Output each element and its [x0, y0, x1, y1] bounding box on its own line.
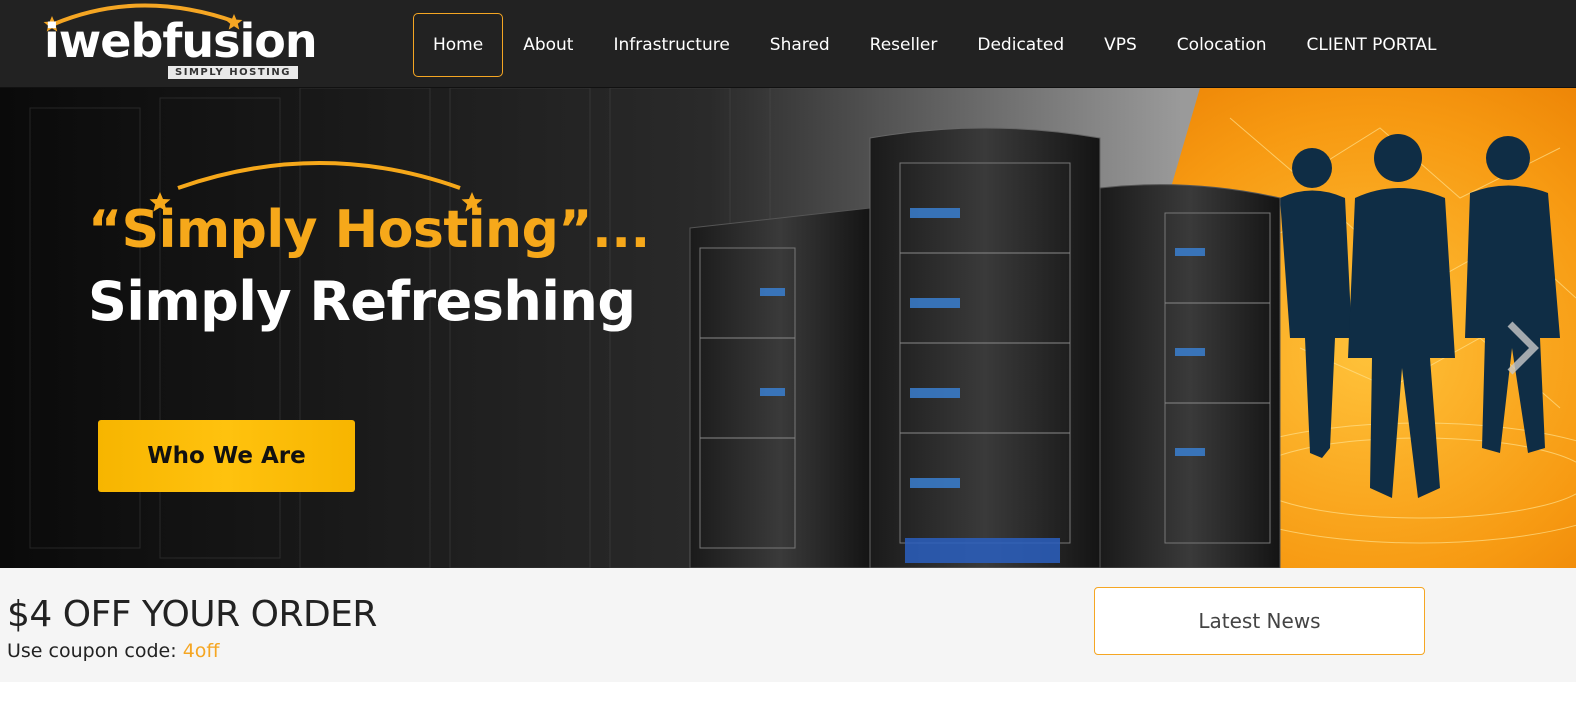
hero-slider: “Simply Hosting”... Simply Refreshing Wh…: [0, 88, 1576, 568]
who-we-are-button[interactable]: Who We Are: [98, 420, 355, 492]
main-nav: Home About Infrastructure Shared Reselle…: [413, 13, 1457, 77]
nav-home[interactable]: Home: [413, 13, 504, 77]
promo-coupon-text: Use coupon code: 4off: [7, 640, 220, 662]
nav-reseller[interactable]: Reseller: [850, 13, 958, 77]
nav-client-portal[interactable]: CLIENT PORTAL: [1287, 13, 1457, 77]
nav-dedicated[interactable]: Dedicated: [957, 13, 1084, 77]
nav-about[interactable]: About: [503, 13, 593, 77]
hero-headline: “Simply Hosting”...: [88, 200, 650, 260]
site-logo[interactable]: iwebfusion SIMPLY HOSTING: [40, 2, 318, 82]
promo-coupon-code: 4off: [182, 640, 220, 662]
logo-tagline: SIMPLY HOSTING: [168, 66, 298, 79]
nav-shared[interactable]: Shared: [750, 13, 850, 77]
latest-news-button[interactable]: Latest News: [1094, 587, 1425, 655]
hero-subheadline: Simply Refreshing: [88, 270, 636, 333]
promo-coupon-prefix: Use coupon code:: [7, 640, 183, 662]
nav-colocation[interactable]: Colocation: [1157, 13, 1287, 77]
promo-strip: $4 OFF YOUR ORDER Use coupon code: 4off …: [0, 568, 1576, 682]
top-navbar: iwebfusion SIMPLY HOSTING Home About Inf…: [0, 0, 1576, 88]
nav-vps[interactable]: VPS: [1084, 13, 1157, 77]
logo-wordmark: iwebfusion: [44, 14, 318, 68]
nav-infrastructure[interactable]: Infrastructure: [593, 13, 749, 77]
promo-title: $4 OFF YOUR ORDER: [7, 594, 377, 635]
chevron-right-icon[interactable]: [1500, 318, 1544, 378]
